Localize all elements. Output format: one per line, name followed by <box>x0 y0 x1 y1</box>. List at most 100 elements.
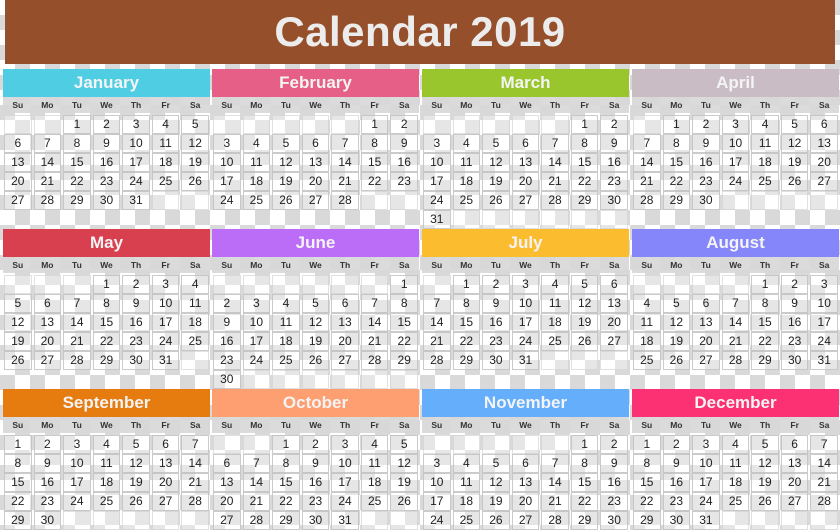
day-cell[interactable]: 1 <box>390 275 418 294</box>
day-cell[interactable]: 18 <box>272 332 300 351</box>
day-cell[interactable]: 18 <box>751 153 779 172</box>
day-cell[interactable]: 27 <box>511 191 540 210</box>
day-cell[interactable]: 4 <box>452 134 481 153</box>
day-cell[interactable]: 5 <box>482 134 510 153</box>
day-cell[interactable]: 12 <box>4 313 32 332</box>
day-cell[interactable]: 22 <box>390 332 418 351</box>
day-cell[interactable]: 14 <box>541 153 569 172</box>
day-cell[interactable]: 28 <box>541 511 569 530</box>
day-cell[interactable]: 15 <box>360 153 389 172</box>
day-cell[interactable]: 16 <box>390 153 418 172</box>
day-cell[interactable]: 11 <box>541 294 569 313</box>
day-cell[interactable]: 16 <box>33 473 62 492</box>
day-cell[interactable]: 17 <box>242 332 271 351</box>
day-cell[interactable]: 28 <box>721 351 750 370</box>
day-cell[interactable]: 7 <box>541 454 569 473</box>
day-cell[interactable]: 13 <box>600 294 628 313</box>
day-cell[interactable]: 27 <box>511 511 540 530</box>
day-cell[interactable]: 27 <box>213 511 241 530</box>
day-cell[interactable]: 3 <box>810 275 838 294</box>
day-cell[interactable]: 18 <box>633 332 661 351</box>
day-cell[interactable]: 2 <box>33 435 62 454</box>
day-cell[interactable]: 23 <box>33 492 62 511</box>
day-cell[interactable]: 3 <box>151 275 180 294</box>
day-cell[interactable]: 7 <box>810 435 838 454</box>
day-cell[interactable]: 19 <box>272 172 300 191</box>
day-cell[interactable]: 1 <box>92 275 121 294</box>
day-cell[interactable]: 14 <box>33 153 62 172</box>
day-cell[interactable]: 29 <box>751 351 779 370</box>
day-cell[interactable]: 6 <box>511 454 540 473</box>
day-cell[interactable]: 3 <box>423 454 451 473</box>
day-cell[interactable]: 1 <box>662 115 691 134</box>
day-cell[interactable]: 25 <box>452 511 481 530</box>
day-cell[interactable]: 28 <box>541 191 569 210</box>
day-cell[interactable]: 25 <box>151 172 180 191</box>
day-cell[interactable]: 1 <box>570 435 599 454</box>
day-cell[interactable]: 9 <box>600 134 628 153</box>
day-cell[interactable]: 6 <box>511 134 540 153</box>
day-cell[interactable]: 3 <box>423 134 451 153</box>
day-cell[interactable]: 20 <box>810 153 838 172</box>
day-cell[interactable]: 7 <box>242 454 271 473</box>
day-cell[interactable]: 31 <box>151 351 180 370</box>
day-cell[interactable]: 3 <box>242 294 271 313</box>
day-cell[interactable]: 5 <box>301 294 330 313</box>
day-cell[interactable]: 24 <box>721 172 750 191</box>
day-cell[interactable]: 2 <box>301 435 330 454</box>
day-cell[interactable]: 8 <box>390 294 418 313</box>
day-cell[interactable]: 15 <box>751 313 779 332</box>
day-cell[interactable]: 19 <box>301 332 330 351</box>
day-cell[interactable]: 8 <box>452 294 481 313</box>
day-cell[interactable]: 24 <box>151 332 180 351</box>
day-cell[interactable]: 21 <box>633 172 661 191</box>
day-cell[interactable]: 9 <box>122 294 150 313</box>
day-cell[interactable]: 10 <box>810 294 838 313</box>
day-cell[interactable]: 7 <box>721 294 750 313</box>
day-cell[interactable]: 29 <box>570 511 599 530</box>
day-cell[interactable]: 23 <box>122 332 150 351</box>
day-cell[interactable]: 16 <box>662 473 691 492</box>
day-cell[interactable]: 17 <box>423 492 451 511</box>
day-cell[interactable]: 6 <box>810 115 838 134</box>
day-cell[interactable]: 26 <box>181 172 209 191</box>
day-cell[interactable]: 28 <box>423 351 451 370</box>
day-cell[interactable]: 1 <box>272 435 300 454</box>
day-cell[interactable]: 2 <box>780 275 809 294</box>
day-cell[interactable]: 22 <box>63 172 91 191</box>
day-cell[interactable]: 8 <box>751 294 779 313</box>
day-cell[interactable]: 19 <box>122 473 150 492</box>
day-cell[interactable]: 11 <box>181 294 209 313</box>
day-cell[interactable]: 26 <box>122 492 150 511</box>
day-cell[interactable]: 12 <box>272 153 300 172</box>
day-cell[interactable]: 23 <box>780 332 809 351</box>
day-cell[interactable]: 8 <box>63 134 91 153</box>
day-cell[interactable]: 26 <box>4 351 32 370</box>
day-cell[interactable]: 13 <box>780 454 809 473</box>
day-cell[interactable]: 12 <box>181 134 209 153</box>
day-cell[interactable]: 21 <box>541 172 569 191</box>
day-cell[interactable]: 15 <box>92 313 121 332</box>
day-cell[interactable]: 30 <box>600 191 628 210</box>
day-cell[interactable]: 14 <box>423 313 451 332</box>
day-cell[interactable]: 20 <box>151 473 180 492</box>
day-cell[interactable]: 17 <box>213 172 241 191</box>
day-cell[interactable]: 9 <box>780 294 809 313</box>
day-cell[interactable]: 28 <box>331 191 359 210</box>
day-cell[interactable]: 20 <box>511 172 540 191</box>
day-cell[interactable]: 12 <box>570 294 599 313</box>
day-cell[interactable]: 1 <box>360 115 389 134</box>
day-cell[interactable]: 10 <box>331 454 359 473</box>
day-cell[interactable]: 23 <box>390 172 418 191</box>
day-cell[interactable]: 10 <box>692 454 720 473</box>
day-cell[interactable]: 26 <box>482 191 510 210</box>
day-cell[interactable]: 30 <box>780 351 809 370</box>
day-cell[interactable]: 19 <box>181 153 209 172</box>
day-cell[interactable]: 22 <box>272 492 300 511</box>
day-cell[interactable]: 4 <box>181 275 209 294</box>
day-cell[interactable]: 24 <box>63 492 91 511</box>
day-cell[interactable]: 14 <box>360 313 389 332</box>
day-cell[interactable]: 4 <box>272 294 300 313</box>
day-cell[interactable]: 14 <box>181 454 209 473</box>
day-cell[interactable]: 8 <box>4 454 32 473</box>
